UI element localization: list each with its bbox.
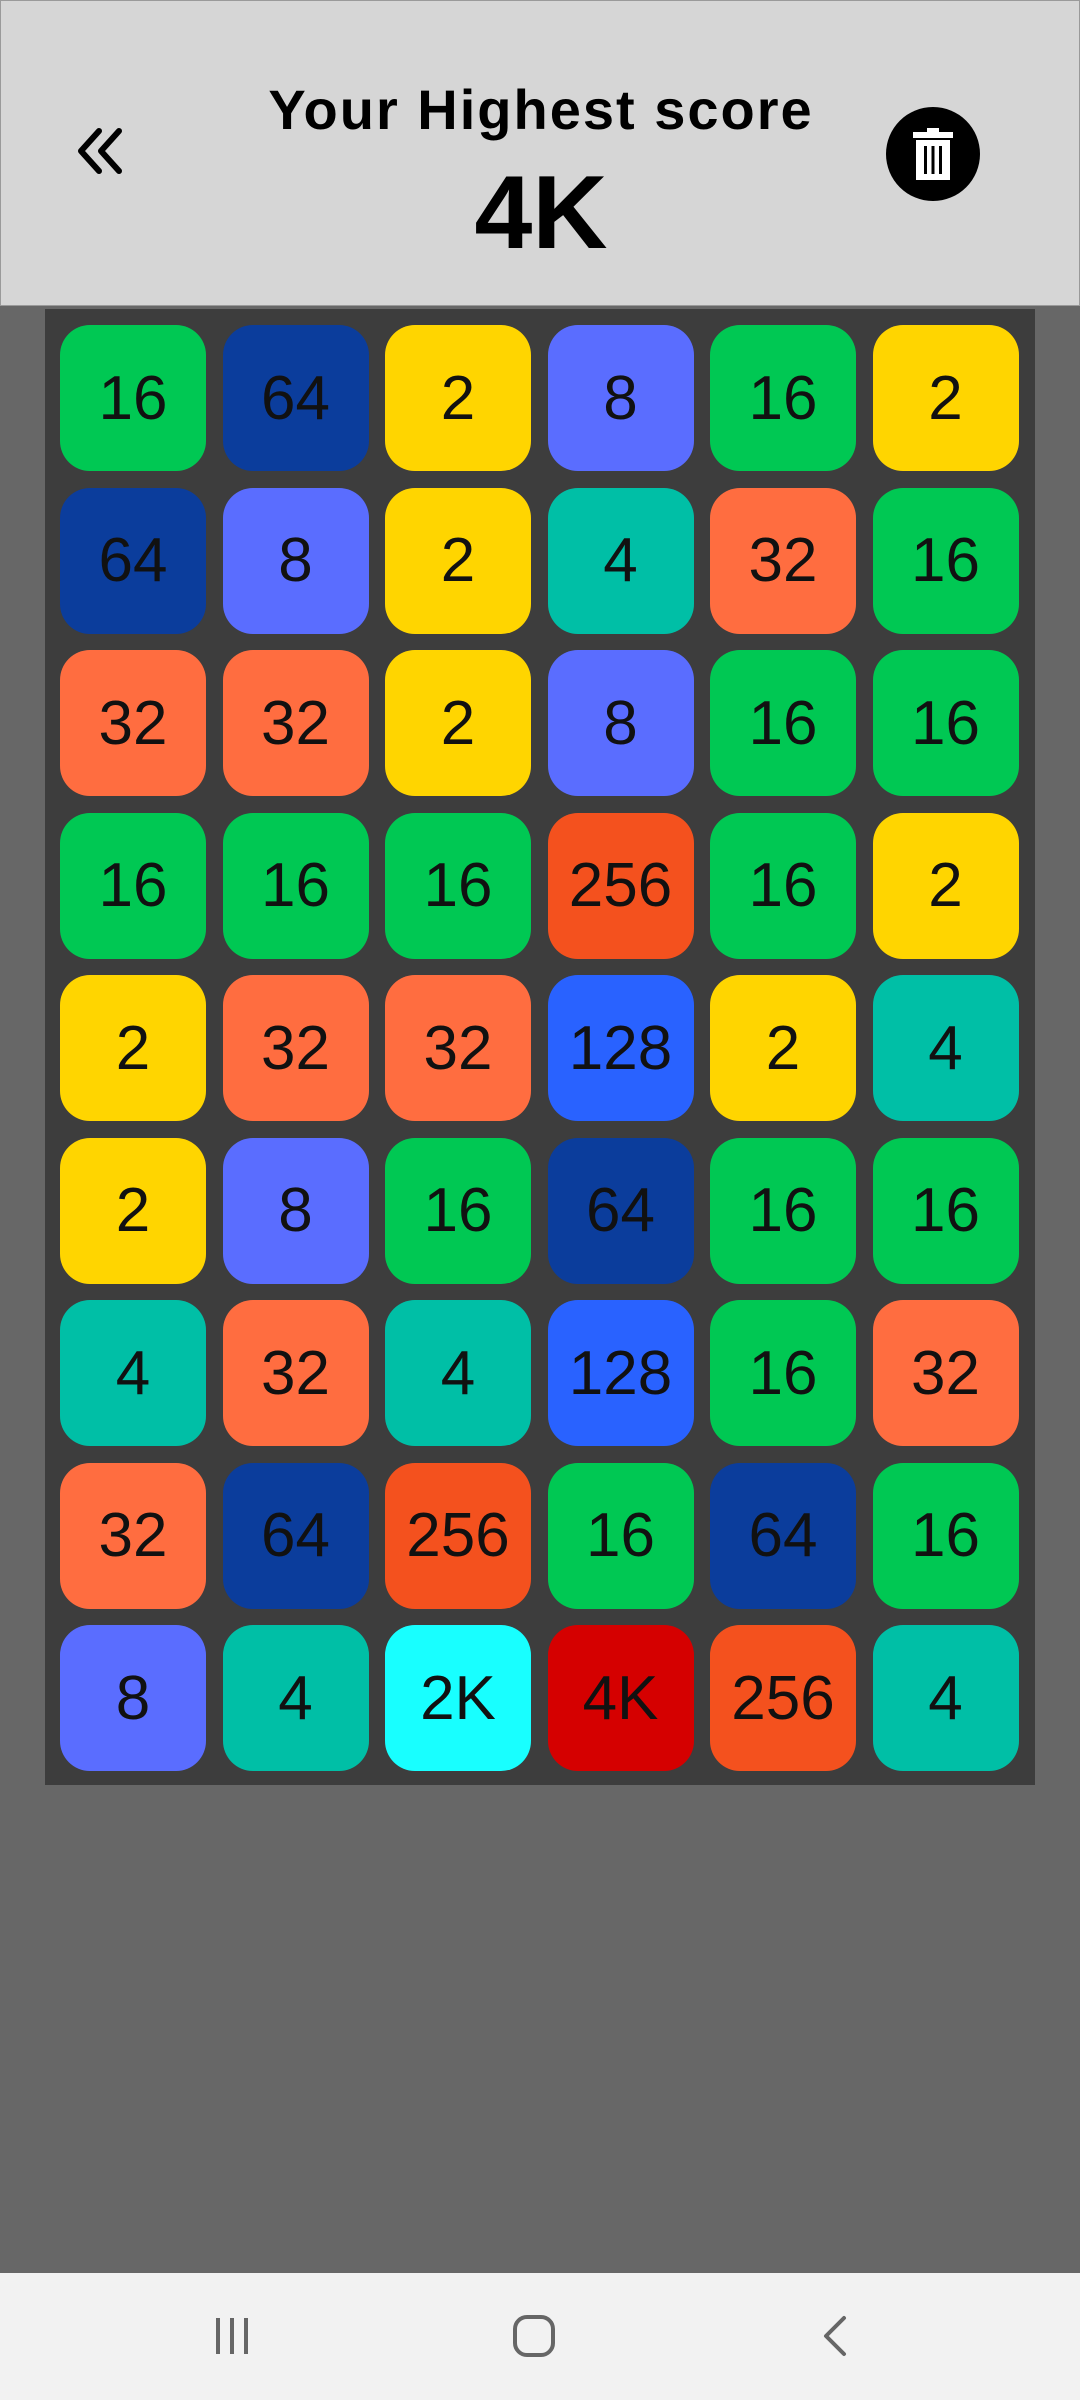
tile[interactable]: 64 [710, 1462, 856, 1609]
tile[interactable]: 4 [872, 975, 1019, 1121]
tile[interactable]: 128 [547, 975, 694, 1121]
tile[interactable]: 16 [222, 812, 369, 959]
tile[interactable]: 8 [222, 487, 369, 634]
tile[interactable]: 8 [547, 650, 694, 796]
tile[interactable]: 16 [710, 1300, 856, 1446]
tile[interactable]: 16 [872, 1137, 1019, 1284]
tile[interactable]: 256 [710, 1625, 856, 1771]
tile[interactable]: 16 [710, 1137, 856, 1284]
tile[interactable]: 2 [385, 325, 531, 471]
tile[interactable]: 16 [385, 1137, 531, 1284]
tile[interactable]: 256 [385, 1462, 531, 1609]
game-board: 16 64 2 8 16 2 64 8 2 4 32 16 32 32 2 8 16 16 16 16 16 256 16 2… [45, 309, 1035, 1785]
tile[interactable]: 4 [222, 1625, 369, 1771]
tile[interactable]: 4 [60, 1300, 206, 1446]
tile[interactable]: 4 [385, 1300, 531, 1446]
trash-icon [913, 128, 953, 180]
home-icon [513, 2315, 555, 2357]
system-back-button[interactable] [796, 2301, 876, 2371]
tile[interactable]: 64 [222, 1462, 369, 1609]
tile[interactable]: 128 [547, 1300, 694, 1446]
recent-apps-icon [216, 2318, 248, 2354]
tile[interactable]: 16 [710, 325, 856, 471]
tile[interactable]: 64 [222, 325, 369, 471]
recent-apps-button[interactable] [192, 2301, 272, 2371]
tile[interactable]: 32 [222, 975, 369, 1121]
tile[interactable]: 32 [60, 650, 206, 796]
tile[interactable]: 32 [872, 1300, 1019, 1446]
score-header: Your Highest score 4K [0, 0, 1080, 306]
tile[interactable]: 256 [547, 812, 694, 959]
home-button[interactable] [494, 2301, 574, 2371]
tile[interactable]: 16 [385, 812, 531, 959]
tile[interactable]: 2 [872, 325, 1019, 471]
tile[interactable]: 2 [385, 487, 531, 634]
tile[interactable]: 16 [547, 1462, 694, 1609]
tile[interactable]: 64 [60, 487, 206, 634]
tile[interactable]: 32 [710, 487, 856, 634]
tile[interactable]: 2 [60, 975, 206, 1121]
tile[interactable]: 8 [60, 1625, 206, 1771]
tile[interactable]: 4 [872, 1625, 1019, 1771]
tile[interactable]: 16 [872, 487, 1019, 634]
tile[interactable]: 32 [385, 975, 531, 1121]
tile[interactable]: 2 [872, 812, 1019, 959]
system-nav-bar [0, 2273, 1080, 2400]
tile[interactable]: 16 [872, 1462, 1019, 1609]
tile[interactable]: 8 [222, 1137, 369, 1284]
tile[interactable]: 4 [547, 487, 694, 634]
tile[interactable]: 32 [222, 1300, 369, 1446]
tile[interactable]: 2K [385, 1625, 531, 1771]
tile[interactable]: 4K [547, 1625, 694, 1771]
tile[interactable]: 16 [710, 650, 856, 796]
tile[interactable]: 8 [547, 325, 694, 471]
tile[interactable]: 16 [872, 650, 1019, 796]
tile[interactable]: 16 [60, 812, 206, 959]
tile[interactable]: 2 [60, 1137, 206, 1284]
tile[interactable]: 32 [60, 1462, 206, 1609]
tile[interactable]: 2 [385, 650, 531, 796]
tile[interactable]: 16 [710, 812, 856, 959]
back-icon [824, 2316, 846, 2356]
tile[interactable]: 2 [710, 975, 856, 1121]
tile[interactable]: 16 [60, 325, 206, 471]
tile[interactable]: 32 [222, 650, 369, 796]
tile[interactable]: 64 [547, 1137, 694, 1284]
delete-button[interactable] [886, 107, 980, 201]
